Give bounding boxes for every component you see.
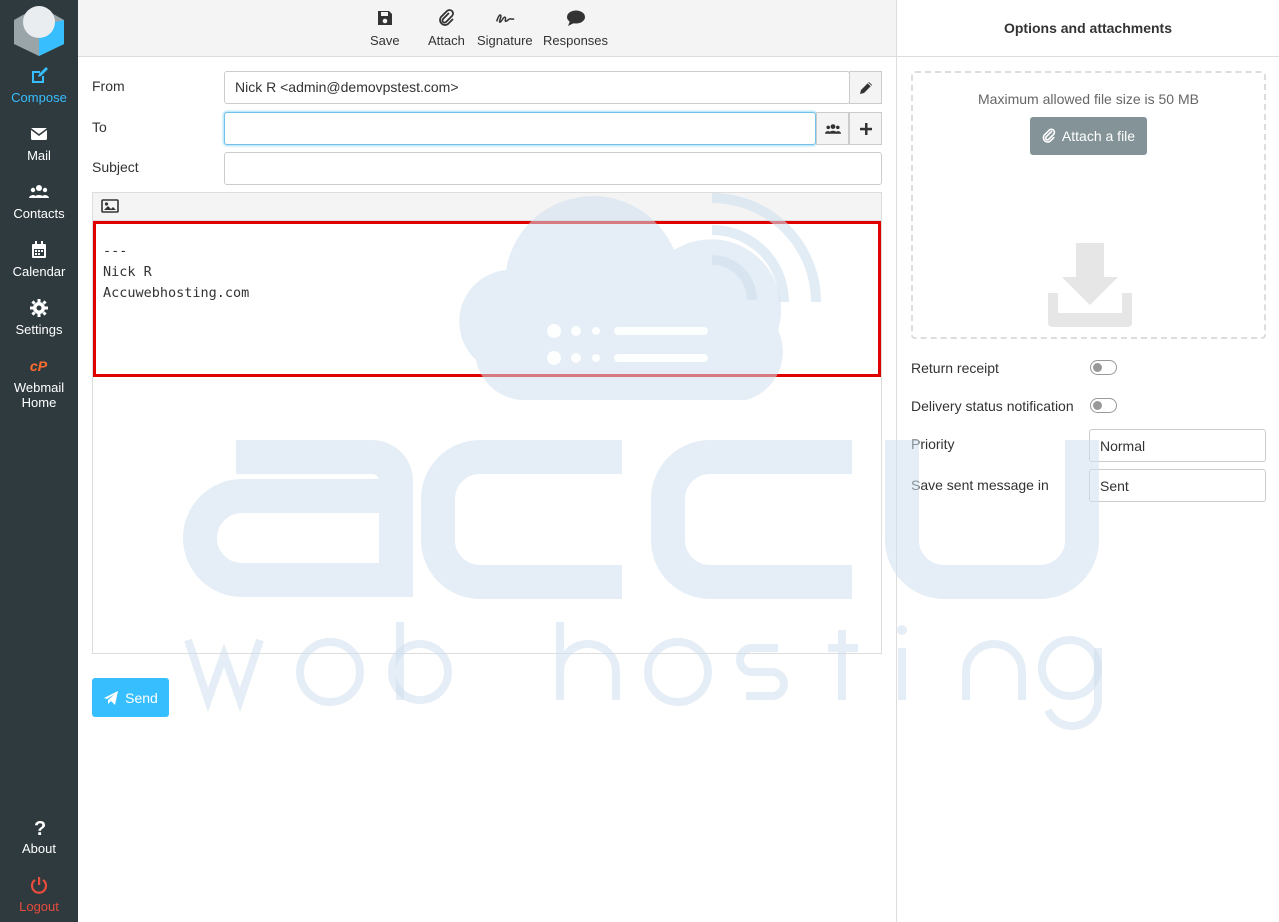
from-field[interactable]: Nick R <admin@demovpstest.com> — [224, 71, 850, 104]
editor-toolbar — [93, 193, 881, 221]
cpanel-icon: cP — [0, 356, 78, 378]
envelope-icon — [0, 124, 78, 146]
message-editor[interactable]: --- Nick R Accuwebhosting.com — [92, 192, 882, 654]
sidebar-item-label: Contacts — [13, 206, 65, 221]
download-icon — [1048, 243, 1132, 327]
priority-label: Priority — [911, 436, 955, 452]
sidebar-item-label: About — [22, 841, 56, 856]
options-panel: Options and attachments Maximum allowed … — [897, 0, 1279, 922]
paperclip-icon — [1042, 128, 1056, 143]
paper-plane-icon — [104, 690, 119, 705]
users-icon — [824, 123, 841, 134]
to-label: To — [92, 119, 107, 135]
dsn-toggle[interactable] — [1090, 398, 1117, 413]
dsn-label: Delivery status notification — [911, 398, 1074, 414]
users-icon — [0, 182, 78, 204]
attach-file-button[interactable]: Attach a file — [1030, 117, 1147, 155]
sidebar-item-label: Home — [21, 395, 57, 410]
compose-icon — [0, 66, 78, 88]
edit-identity-button[interactable] — [849, 71, 882, 104]
pencil-icon — [859, 81, 872, 94]
sidebar-item-label: Mail — [27, 148, 51, 163]
sidebar-item-label: Settings — [15, 322, 63, 337]
subject-input[interactable] — [224, 152, 882, 185]
to-input[interactable] — [224, 112, 816, 145]
add-contact-button[interactable] — [816, 112, 849, 145]
responses-button[interactable]: Responses — [543, 8, 608, 48]
sidebar-item-webmail-home[interactable]: cP Webmail Home — [0, 356, 78, 410]
power-icon — [0, 875, 78, 897]
compose-toolbar: Save Attach Signature Responses — [78, 0, 896, 57]
max-file-size-text: Maximum allowed file size is 50 MB — [978, 91, 1199, 107]
sidebar-item-logout[interactable]: Logout — [0, 875, 78, 914]
paperclip-icon — [439, 9, 455, 26]
sidebar: Compose Mail Contacts Calendar Settings … — [0, 0, 78, 922]
image-icon[interactable] — [101, 198, 119, 214]
attach-button[interactable]: Attach — [428, 8, 465, 48]
comment-icon — [566, 10, 585, 26]
compose-form: From Nick R <admin@demovpstest.com> To S… — [78, 57, 896, 922]
options-header: Options and attachments — [897, 0, 1279, 57]
return-receipt-label: Return receipt — [911, 360, 999, 376]
from-label: From — [92, 78, 125, 94]
signature-button[interactable]: Signature — [477, 8, 533, 48]
priority-select[interactable]: Normal — [1089, 429, 1266, 462]
attachment-dropzone[interactable]: Maximum allowed file size is 50 MB Attac… — [911, 71, 1266, 339]
save-button[interactable]: Save — [370, 8, 400, 48]
sidebar-item-label: Logout — [19, 899, 59, 914]
sidebar-item-calendar[interactable]: Calendar — [0, 240, 78, 279]
message-body-signature[interactable]: --- Nick R Accuwebhosting.com — [103, 241, 249, 304]
send-button[interactable]: Send — [92, 678, 169, 717]
calendar-icon — [0, 240, 78, 262]
roundcube-logo-icon[interactable] — [12, 4, 66, 56]
sidebar-item-about[interactable]: ? About — [0, 817, 78, 856]
sidebar-item-compose[interactable]: Compose — [0, 66, 78, 105]
svg-text:cP: cP — [30, 359, 48, 375]
gear-icon — [0, 298, 78, 320]
plus-icon — [859, 122, 872, 135]
add-header-button[interactable] — [849, 112, 882, 145]
sidebar-item-contacts[interactable]: Contacts — [0, 182, 78, 221]
sidebar-item-label: Webmail — [13, 380, 65, 395]
save-sent-select[interactable]: Sent — [1089, 469, 1266, 502]
svg-text:?: ? — [34, 818, 46, 837]
subject-label: Subject — [92, 159, 139, 175]
sidebar-item-mail[interactable]: Mail — [0, 124, 78, 163]
return-receipt-toggle[interactable] — [1090, 360, 1117, 375]
save-icon — [377, 11, 392, 25]
question-icon: ? — [0, 817, 78, 840]
signature-icon — [495, 14, 515, 23]
save-sent-label: Save sent message in — [911, 477, 1049, 493]
sidebar-item-settings[interactable]: Settings — [0, 298, 78, 337]
sidebar-item-label: Calendar — [12, 264, 66, 279]
sidebar-item-label: Compose — [11, 90, 67, 105]
